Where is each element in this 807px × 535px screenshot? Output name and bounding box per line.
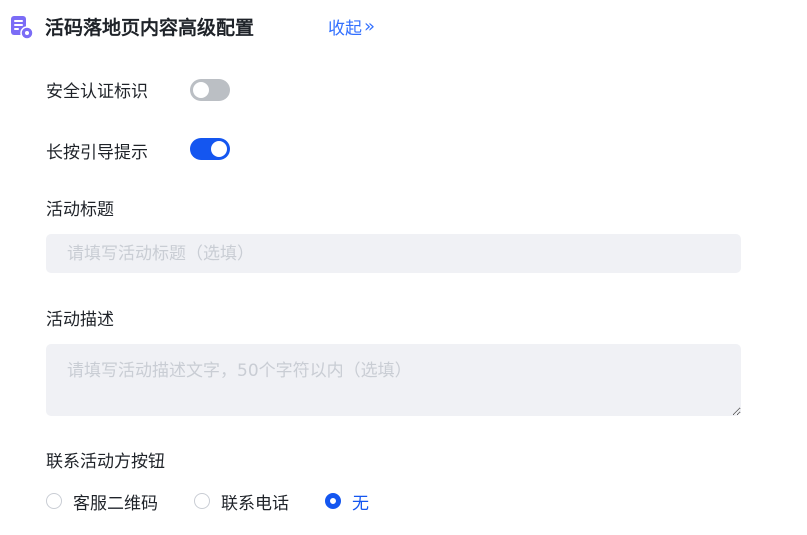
radio-option-phone[interactable]: 联系电话 <box>194 489 289 514</box>
radio-circle[interactable] <box>325 493 341 509</box>
security-badge-switch[interactable] <box>190 79 230 101</box>
switch-knob <box>211 141 227 157</box>
contact-button-radio-group: 客服二维码 联系电话 无 <box>46 489 405 514</box>
contact-button-label: 联系活动方按钮 <box>46 452 165 472</box>
radio-label: 无 <box>352 493 369 514</box>
radio-label: 联系电话 <box>221 493 289 514</box>
collapse-label: 收起 <box>328 19 362 39</box>
activity-title-label: 活动标题 <box>46 200 114 220</box>
section-title: 活码落地页内容高级配置 <box>45 13 255 44</box>
radio-option-qrcode[interactable]: 客服二维码 <box>46 489 158 514</box>
switch-knob <box>193 82 209 98</box>
long-press-hint-label: 长按引导提示 <box>46 143 148 163</box>
security-badge-label: 安全认证标识 <box>46 82 148 102</box>
long-press-hint-switch[interactable] <box>190 138 230 160</box>
radio-circle[interactable] <box>46 493 62 509</box>
collapse-button[interactable]: 收起 » <box>328 14 375 39</box>
radio-circle[interactable] <box>194 493 210 509</box>
radio-label: 客服二维码 <box>73 493 158 514</box>
radio-option-none[interactable]: 无 <box>325 489 369 514</box>
activity-description-label: 活动描述 <box>46 310 114 330</box>
section-header: 活码落地页内容高级配置 <box>8 10 255 44</box>
activity-description-textarea[interactable] <box>46 344 741 416</box>
form-settings-icon <box>8 14 34 40</box>
double-chevron-right-icon: » <box>364 16 376 37</box>
activity-title-input[interactable] <box>46 234 741 273</box>
